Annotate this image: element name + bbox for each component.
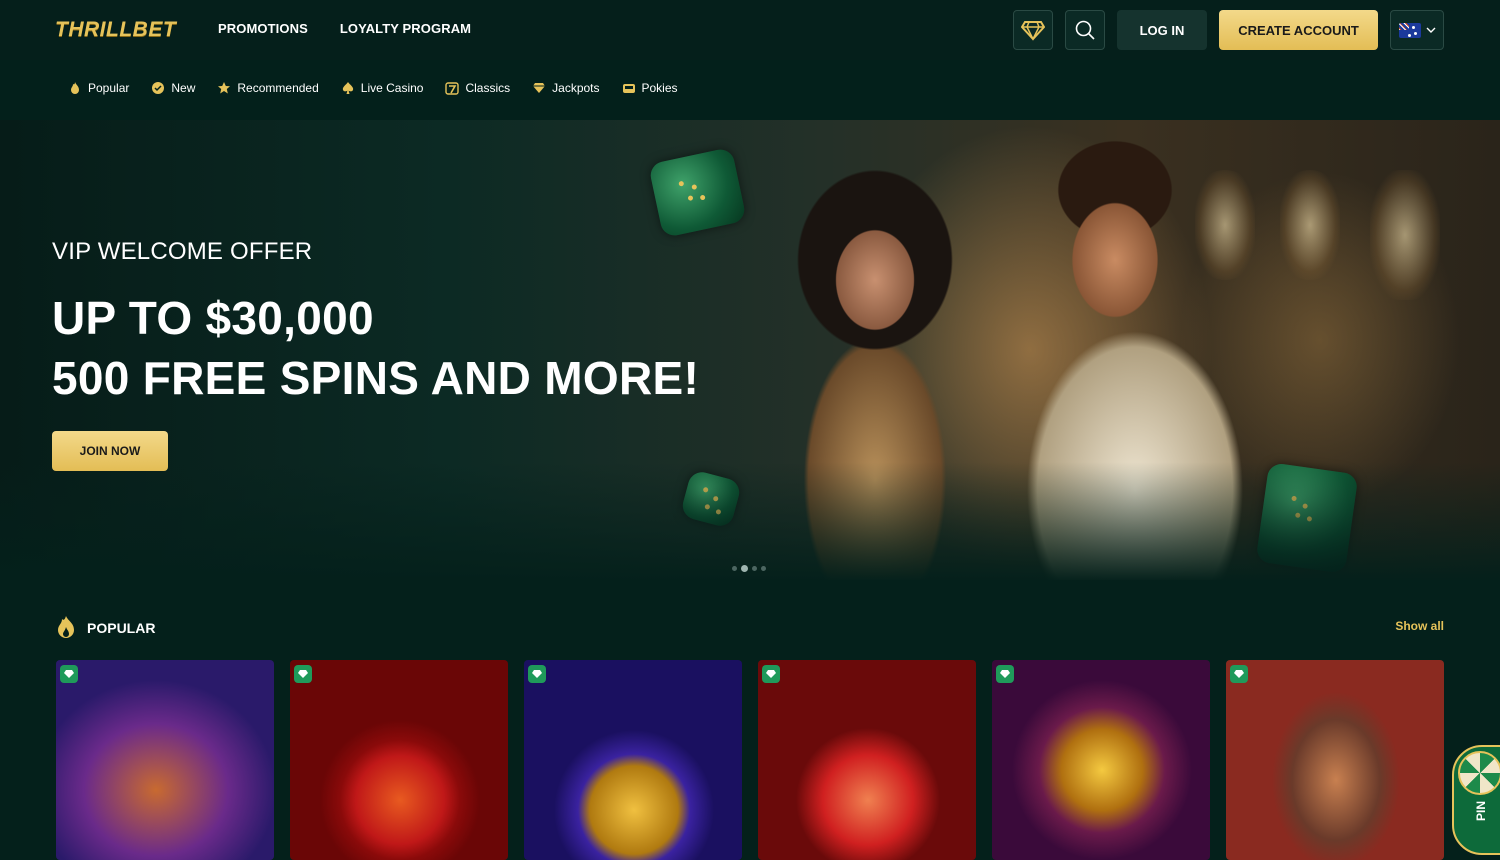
hero-text: VIP WELCOME OFFER UP TO $30,000 500 FREE…: [52, 238, 699, 408]
section-title-text: POPULAR: [87, 620, 156, 636]
category-live-casino[interactable]: Live Casino: [341, 81, 424, 95]
flame-icon: [71, 82, 79, 94]
popular-games-row: [56, 660, 1444, 860]
category-label: Jackpots: [552, 81, 600, 95]
diamond-icon: [64, 670, 74, 678]
category-label: Live Casino: [360, 81, 424, 95]
login-button[interactable]: LOG IN: [1117, 10, 1207, 50]
spin-wheel-widget[interactable]: PIN: [1452, 745, 1500, 855]
plane-window: [1280, 170, 1340, 280]
dice-image: [679, 469, 743, 529]
dice-image: [648, 146, 747, 239]
game-badge: [1230, 665, 1248, 683]
dice-image: [1255, 462, 1359, 574]
top-nav: PROMOTIONS LOYALTY PROGRAM: [218, 21, 471, 36]
popular-section-title: POPULAR: [55, 615, 155, 641]
nav-promotions[interactable]: PROMOTIONS: [218, 21, 308, 36]
diamond-icon: [1000, 670, 1010, 678]
category-label: Classics: [465, 81, 511, 95]
game-badge: [762, 665, 780, 683]
game-badge: [996, 665, 1014, 683]
slot-machine-icon: [622, 84, 635, 93]
category-nav: Popular New Recommended Live Casino Clas…: [0, 60, 1500, 120]
diamond-icon: [298, 670, 308, 678]
language-selector[interactable]: [1390, 10, 1444, 50]
diamond-icon: [533, 83, 546, 93]
category-classics[interactable]: Classics: [445, 81, 510, 95]
plane-window: [1370, 170, 1440, 300]
hero-man-image: [985, 130, 1275, 580]
game-badge: [294, 665, 312, 683]
flame-icon: [58, 616, 74, 638]
category-label: Recommended: [237, 81, 319, 95]
vip-diamond-button[interactable]: [1013, 10, 1053, 50]
brand-logo[interactable]: THRILLBET: [55, 18, 176, 42]
diamond-icon: [766, 670, 776, 678]
fortune-wheel-icon: [1458, 751, 1500, 795]
category-jackpots[interactable]: Jackpots: [532, 81, 600, 95]
header: THRILLBET PROMOTIONS LOYALTY PROGRAM LOG…: [0, 0, 1500, 60]
carousel-dot-active[interactable]: [741, 565, 748, 572]
game-tile-wolf[interactable]: [56, 660, 274, 860]
diamond-icon: [1234, 670, 1244, 678]
spin-wheel-label: PIN: [1474, 800, 1488, 821]
chevron-down-icon: [1426, 27, 1435, 33]
show-all-link[interactable]: Show all: [1395, 619, 1444, 633]
header-actions: LOG IN CREATE ACCOUNT: [1013, 10, 1444, 50]
spade-icon: [342, 82, 353, 94]
seven-icon: [445, 82, 460, 95]
diamond-icon: [532, 670, 542, 678]
game-badge: [528, 665, 546, 683]
game-tile-cleopatra[interactable]: [1226, 660, 1444, 860]
carousel-dot[interactable]: [732, 566, 737, 571]
new-badge-icon: [152, 82, 165, 94]
category-label: Pokies: [641, 81, 678, 95]
category-pokies[interactable]: Pokies: [622, 81, 678, 95]
game-badge: [60, 665, 78, 683]
game-tile-chili[interactable]: [290, 660, 508, 860]
game-tile-coin-strike[interactable]: [524, 660, 742, 860]
category-label: New: [171, 81, 196, 95]
hero-headline-1: UP TO $30,000: [52, 292, 374, 344]
game-tile-dragon-pearls[interactable]: [992, 660, 1210, 860]
category-recommended[interactable]: Recommended: [217, 81, 319, 95]
hero-headline-2: 500 FREE SPINS AND MORE!: [52, 352, 700, 404]
hero-subtitle: VIP WELCOME OFFER: [52, 238, 313, 265]
search-icon: [1075, 20, 1095, 40]
diamond-icon: [1021, 21, 1045, 41]
category-popular[interactable]: Popular: [68, 81, 129, 95]
game-tile-jester[interactable]: [758, 660, 976, 860]
category-new[interactable]: New: [151, 81, 195, 95]
australia-flag-icon: [1398, 22, 1421, 38]
create-account-button[interactable]: CREATE ACCOUNT: [1219, 10, 1378, 50]
carousel-dot[interactable]: [752, 566, 757, 571]
hero-banner[interactable]: VIP WELCOME OFFER UP TO $30,000 500 FREE…: [0, 120, 1500, 582]
category-label: Popular: [88, 81, 130, 95]
carousel-dot[interactable]: [761, 566, 766, 571]
nav-loyalty-program[interactable]: LOYALTY PROGRAM: [340, 21, 471, 36]
hero-woman-image: [775, 150, 975, 580]
search-button[interactable]: [1065, 10, 1105, 50]
join-now-button[interactable]: JOIN NOW: [52, 431, 168, 471]
carousel-dots: [732, 565, 766, 572]
star-icon: [218, 82, 231, 94]
